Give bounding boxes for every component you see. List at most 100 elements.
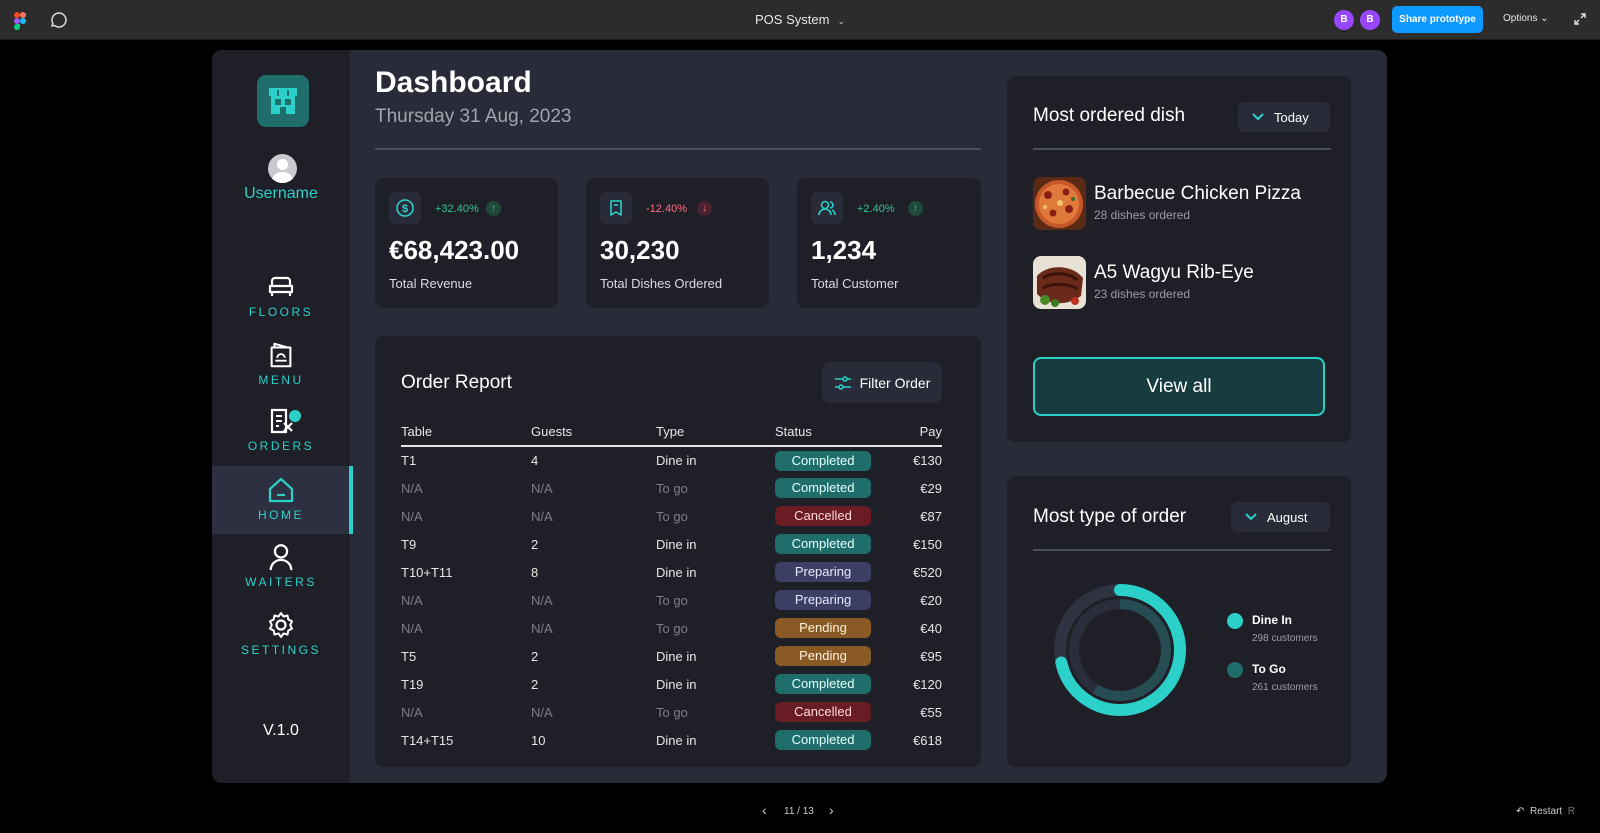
view-all-button[interactable]: View all	[1033, 357, 1325, 416]
username: Username	[244, 185, 318, 202]
stat-card-revenue: $ +32.40% ↑ €68,423.00 Total Revenue	[375, 178, 558, 308]
svg-text:$: $	[402, 203, 408, 215]
cell-status: Completed	[775, 446, 885, 474]
nav-label: MENU	[258, 373, 304, 387]
nav-item-menu[interactable]: MENU	[212, 340, 350, 408]
dish-name: Barbecue Chicken Pizza	[1094, 183, 1301, 204]
stat-label: Total Revenue	[389, 276, 473, 291]
restart-label: Restart	[1529, 806, 1563, 817]
status-badge: Preparing	[775, 590, 871, 610]
cell-type: Dine in	[656, 732, 697, 748]
cell-pay: €120	[913, 676, 942, 692]
status-badge: Completed	[775, 674, 871, 694]
table-row[interactable]: N/A N/A To go Cancelled €87	[401, 502, 942, 530]
table-row[interactable]: T1 4 Dine in Completed €130	[401, 446, 942, 474]
table-row[interactable]: N/A N/A To go Completed €29	[401, 474, 942, 502]
cell-table: T1	[401, 453, 417, 468]
prev-page-icon[interactable]: ‹	[762, 802, 767, 818]
order-type-donut-chart	[1054, 584, 1186, 716]
cell-table: T10+T11	[401, 564, 453, 580]
cell-table: N/A	[401, 592, 423, 608]
cell-guests: N/A	[531, 480, 553, 496]
filter-icon	[834, 375, 851, 390]
cell-status: Preparing	[775, 586, 885, 614]
cell-pay: €130	[913, 453, 942, 468]
nav-item-settings[interactable]: SETTINGS	[212, 610, 350, 678]
expand-icon[interactable]	[1572, 11, 1588, 27]
status-badge: Completed	[775, 534, 871, 554]
cell-pay: €20	[920, 592, 942, 608]
cell-type: Dine in	[656, 453, 697, 468]
status-badge: Cancelled	[775, 702, 871, 722]
status-badge: Cancelled	[775, 506, 871, 526]
legend-dot-dine-in	[1227, 613, 1243, 629]
change-percent: -12.40%	[646, 203, 687, 215]
user-avatar[interactable]	[268, 154, 297, 183]
page-date: Thursday 31 Aug, 2023	[375, 106, 572, 127]
table-row[interactable]: T9 2 Dine in Completed €150	[401, 530, 942, 558]
stat-value: 1,234	[811, 235, 877, 265]
cell-table: T19	[401, 676, 424, 692]
avatar[interactable]: B	[1334, 10, 1354, 30]
table-row[interactable]: N/A N/A To go Preparing €20	[401, 586, 942, 614]
cell-table: N/A	[401, 620, 423, 636]
cell-pay: €29	[920, 480, 942, 496]
cell-guests: N/A	[531, 592, 553, 608]
period-select[interactable]: August	[1231, 502, 1330, 532]
column-header[interactable]: Status	[775, 420, 885, 447]
cell-guests: 10	[531, 732, 546, 748]
nav-item-home[interactable]: HOME	[212, 466, 353, 534]
donut-center	[1082, 612, 1158, 688]
column-header[interactable]: Type	[656, 420, 775, 447]
table-row[interactable]: N/A N/A To go Pending €40	[401, 614, 942, 642]
cell-pay: €87	[920, 508, 942, 524]
sidebar: Username FLOORS MENU ORDERS HOME WAITERS…	[212, 50, 353, 783]
column-header[interactable]: Pay	[885, 420, 942, 447]
stat-card-dishes: -12.40% ↓ 30,230 Total Dishes Ordered	[586, 178, 769, 308]
cell-guests: N/A	[531, 620, 553, 636]
menu-book-icon	[270, 342, 292, 368]
column-header[interactable]: Guests	[531, 420, 656, 447]
table-row[interactable]: T19 2 Dine in Completed €120	[401, 670, 942, 698]
avatar[interactable]: B	[1360, 10, 1380, 30]
status-badge: Preparing	[775, 562, 871, 582]
dish-count: 23 dishes ordered	[1094, 287, 1191, 301]
cell-guests: 2	[531, 648, 539, 664]
store-icon	[269, 88, 297, 114]
nav-item-floors[interactable]: FLOORS	[212, 272, 350, 340]
dish-image-steak[interactable]	[1033, 256, 1086, 309]
cell-status: Cancelled	[775, 698, 885, 726]
restart-button[interactable]: ↶ Restart R	[1516, 806, 1575, 817]
options-menu[interactable]: Options ⌄	[1503, 13, 1549, 24]
period-select[interactable]: Today	[1238, 102, 1330, 132]
dish-image-pizza[interactable]	[1033, 177, 1086, 230]
nav-label: HOME	[258, 508, 304, 522]
table-row[interactable]: N/A N/A To go Cancelled €55	[401, 698, 942, 726]
dollar-icon: $	[389, 192, 421, 224]
home-icon	[268, 477, 294, 503]
share-prototype-button[interactable]: Share prototype	[1392, 6, 1483, 33]
period-value: Today	[1274, 109, 1309, 125]
nav-item-orders[interactable]: ORDERS	[212, 406, 350, 474]
table-row[interactable]: T10+T11 8 Dine in Preparing €520	[401, 558, 942, 586]
filter-order-button[interactable]: Filter Order	[822, 362, 942, 403]
change-percent: +2.40%	[857, 203, 895, 215]
pos-dashboard: Username FLOORS MENU ORDERS HOME WAITERS…	[212, 50, 1387, 783]
divider	[375, 148, 981, 150]
column-header[interactable]: Table	[401, 420, 531, 447]
cell-type: To go	[656, 480, 688, 496]
nav-item-waiters[interactable]: WAITERS	[212, 542, 350, 610]
cell-status: Completed	[775, 474, 885, 502]
figma-toolbar: POS System ⌄ B B Share prototype Options …	[0, 0, 1600, 40]
order-type-panel: Most type of order August Dine In 298 cu…	[1007, 476, 1351, 767]
table-row[interactable]: T5 2 Dine in Pending €95	[401, 642, 942, 670]
users-icon	[811, 192, 843, 224]
next-page-icon[interactable]: ›	[829, 802, 834, 818]
cell-type: Dine in	[656, 536, 697, 552]
filter-label: Filter Order	[859, 374, 931, 391]
table-header: Table Guests Type Status Pay	[401, 420, 942, 447]
table-row[interactable]: T14+T15 10 Dine in Completed €618	[401, 726, 942, 754]
store-logo[interactable]	[257, 75, 309, 127]
status-badge: Pending	[775, 646, 871, 666]
divider	[1033, 148, 1331, 150]
